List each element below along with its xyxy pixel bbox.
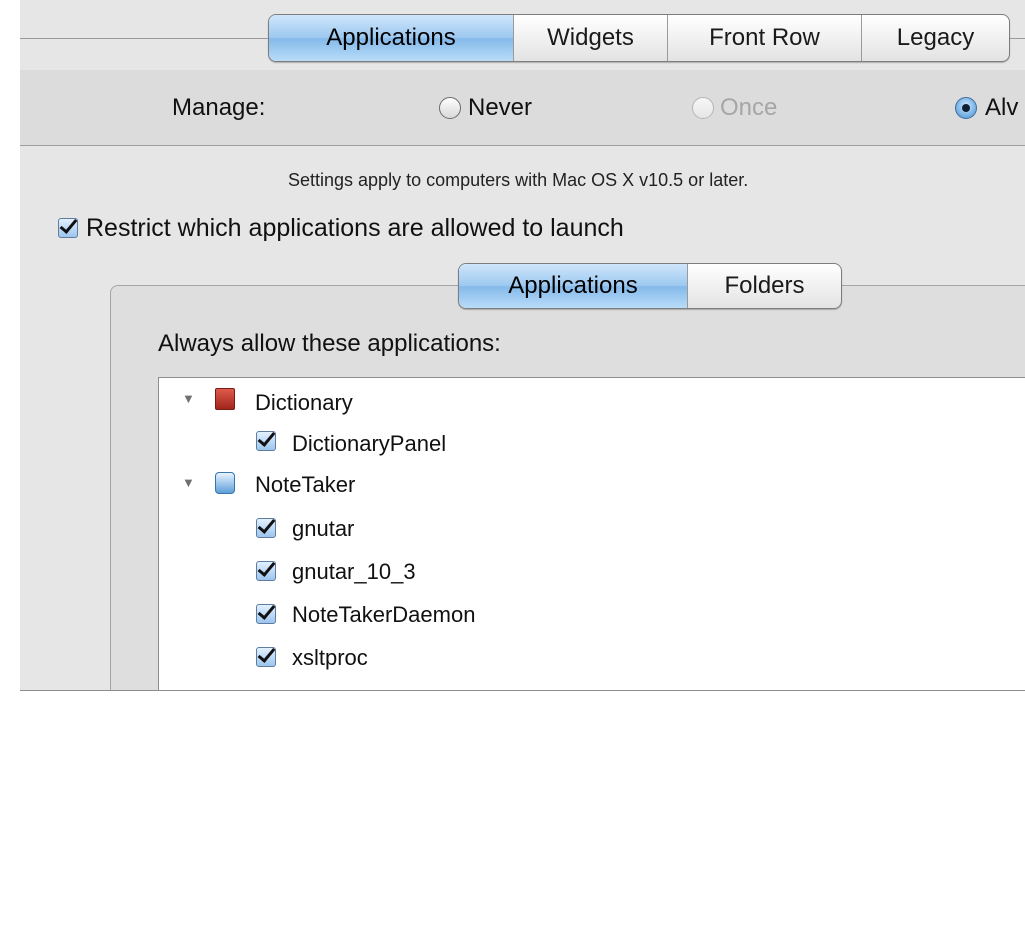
radio-always-label[interactable]: Alv — [985, 94, 1018, 122]
disclosure-triangle-icon[interactable]: ▼ — [182, 391, 195, 406]
radio-once[interactable] — [692, 97, 714, 119]
subtab-folders[interactable]: Folders — [687, 264, 841, 308]
list-item[interactable]: DictionaryPanel — [292, 424, 446, 464]
radio-never-label[interactable]: Never — [468, 94, 532, 122]
tab-widgets[interactable]: Widgets — [513, 15, 667, 61]
top-tab-bar: Applications Widgets Front Row Legacy — [268, 14, 1010, 62]
list-item[interactable]: xsltproc — [292, 638, 368, 678]
restrict-checkbox-label[interactable]: Restrict which applications are allowed … — [86, 214, 624, 243]
notetaker-icon — [215, 472, 235, 494]
radio-once-label[interactable]: Once — [720, 94, 777, 122]
sub-tab-bar: Applications Folders — [458, 263, 842, 309]
disclosure-triangle-icon[interactable]: ▼ — [182, 475, 195, 490]
tab-legacy[interactable]: Legacy — [861, 15, 1009, 61]
preferences-panel: Applications Widgets Front Row Legacy Ma… — [20, 0, 1025, 691]
item-checkbox[interactable] — [256, 647, 276, 667]
allow-list-label: Always allow these applications: — [158, 330, 501, 357]
list-item[interactable]: gnutar — [292, 509, 354, 549]
list-item-group[interactable]: NoteTaker — [255, 465, 355, 505]
settings-notice: Settings apply to computers with Mac OS … — [288, 170, 749, 190]
item-checkbox[interactable] — [256, 518, 276, 538]
application-list[interactable]: ▼ Dictionary DictionaryPanel ▼ NoteTaker… — [158, 377, 1025, 690]
panel-reflection: xsltproc NoteTakerDaemon gnutar_10_3 gnu… — [0, 690, 1025, 947]
radio-always[interactable] — [955, 97, 977, 119]
manage-row: Manage: Never Once Alv — [20, 70, 1025, 146]
item-checkbox[interactable] — [256, 561, 276, 581]
radio-never[interactable] — [439, 97, 461, 119]
list-item[interactable]: gnutar_10_3 — [292, 552, 416, 592]
subtab-applications[interactable]: Applications — [459, 264, 687, 308]
restrict-checkbox[interactable] — [58, 218, 78, 238]
tab-front-row[interactable]: Front Row — [667, 15, 861, 61]
tab-applications[interactable]: Applications — [269, 15, 513, 61]
list-item[interactable]: NoteTakerDaemon — [292, 595, 475, 635]
item-checkbox[interactable] — [256, 431, 276, 451]
item-checkbox[interactable] — [256, 604, 276, 624]
manage-label: Manage: — [172, 94, 266, 121]
list-item-group[interactable]: Dictionary — [255, 383, 353, 423]
dictionary-icon — [215, 388, 235, 410]
